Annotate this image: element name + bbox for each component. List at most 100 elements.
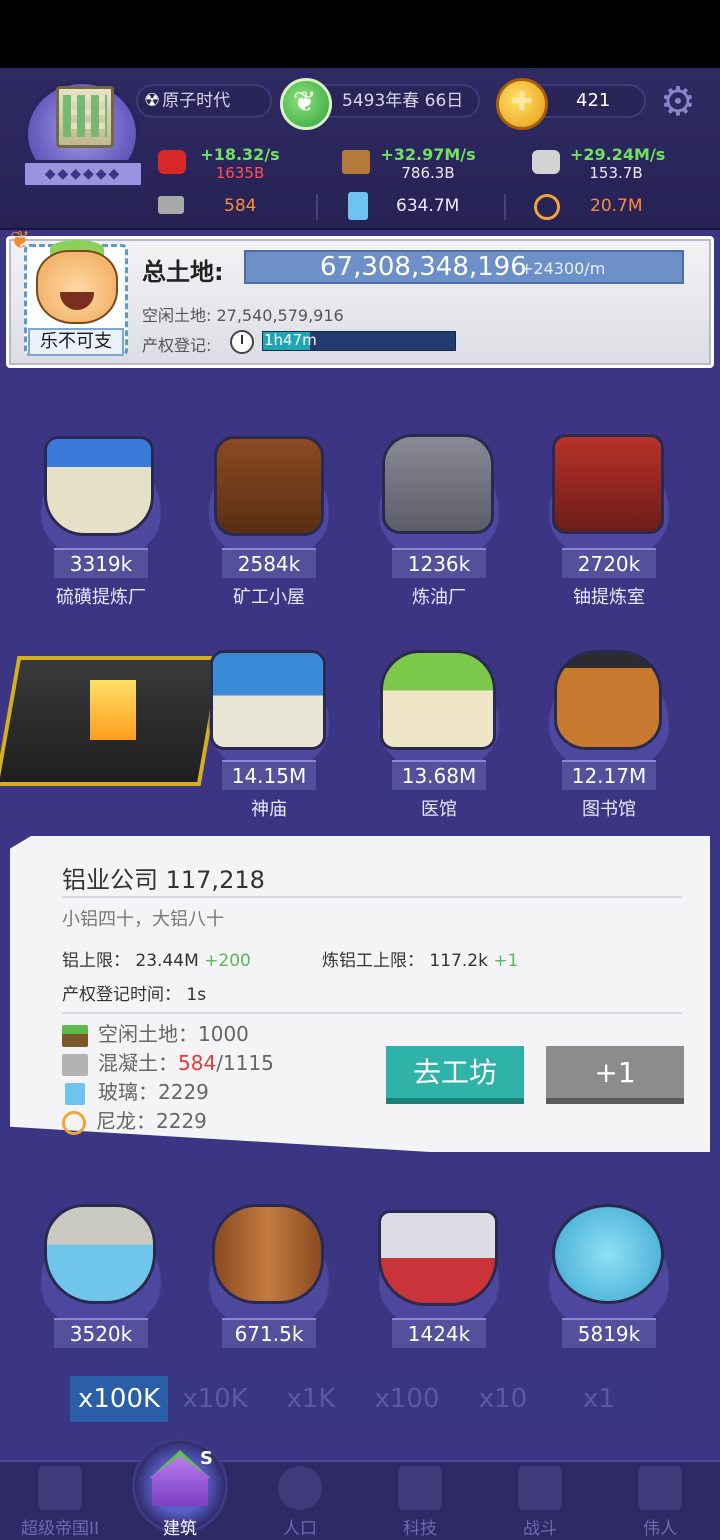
maple-leaf-icon: ❦ (10, 226, 31, 254)
building-count: 1424k (392, 1318, 486, 1348)
building-name: 铀提炼室 (573, 587, 645, 608)
crossed-swords-icon (518, 1466, 562, 1510)
wood-icon (342, 150, 370, 174)
nylon-icon (534, 194, 560, 220)
building-name: 矿工小屋 (233, 587, 305, 608)
cap-value: 23.44M (135, 951, 199, 971)
worker-value: 117.2k (429, 951, 488, 971)
leaf-icon[interactable] (280, 78, 332, 130)
multiplier-x1[interactable]: x1 (550, 1376, 648, 1422)
building-count: 1236k (392, 548, 486, 578)
era-pill[interactable]: ☢ 原子时代 (136, 84, 272, 118)
furnace-glow-icon (90, 680, 136, 740)
info-subtitle: 小铝四十，大铝八十 (62, 909, 224, 930)
go-workshop-button[interactable]: 去工坊 (386, 1046, 524, 1104)
build-plus-one-button[interactable]: +1 (546, 1046, 684, 1104)
city-ribbon: ◆◆◆◆◆◆ (22, 160, 144, 188)
gold-coin-icon[interactable] (496, 78, 548, 130)
total-land-value: 67,308,348,196 (320, 252, 527, 282)
nylon-icon (62, 1110, 86, 1135)
multiplier-x100[interactable]: x100 (358, 1376, 456, 1422)
clock-icon (230, 330, 254, 354)
building-name: 神庙 (251, 799, 287, 820)
multiplier-x100k[interactable]: x100K (70, 1376, 168, 1422)
total-land-label: 总土地: (142, 258, 224, 286)
building-count: 13.68M (392, 760, 486, 790)
nav-buildings[interactable]: 建筑 (120, 1460, 240, 1540)
concrete-icon (62, 1053, 88, 1076)
glass-value: 634.7M (396, 196, 460, 216)
glass-icon (348, 192, 368, 220)
uranium-room-icon (552, 434, 664, 534)
reg-value: 1s (186, 985, 207, 1005)
divider (316, 194, 318, 220)
building-miner-hut[interactable]: 2584k 矿工小屋 (194, 430, 344, 610)
player-face (36, 250, 118, 324)
register-time-line: 产权登记时间： 1s (62, 980, 206, 1005)
theater-icon (378, 1210, 498, 1306)
resource-stone: +29.24M/s 153.7B (570, 145, 666, 182)
stone-rate: +29.24M/s (570, 145, 666, 164)
building-temple[interactable]: 14.15M 神庙 (194, 642, 344, 822)
nav-population[interactable]: 人口 (240, 1460, 360, 1540)
divider (62, 1012, 682, 1014)
nav-tech[interactable]: 科技 (360, 1460, 480, 1540)
cost-label: 玻璃： (98, 1080, 158, 1104)
cost-have: 1000 (198, 1022, 249, 1046)
stone-total: 153.7B (589, 164, 643, 182)
resource-food: +18.32/s 1635B (200, 145, 280, 182)
nav-empire[interactable]: 超级帝国II (0, 1460, 120, 1540)
building-aquarium[interactable]: 5819k (534, 1200, 684, 1380)
cost-label: 空闲土地： (98, 1022, 198, 1046)
stone-icon (532, 150, 560, 174)
multiplier-x1k[interactable]: x1K (262, 1376, 360, 1422)
nav-great-people[interactable]: 伟人 (600, 1460, 720, 1540)
worker-bonus: +1 (493, 951, 519, 971)
food-icon (158, 150, 186, 174)
library-owl-icon (554, 650, 662, 750)
temple-icon (210, 650, 326, 750)
building-tavern[interactable]: 671.5k (194, 1200, 344, 1380)
worker-cap: 炼铝工上限： 117.2k +1 (322, 946, 518, 971)
tavern-barrel-icon (212, 1204, 324, 1304)
nav-label: 战斗 (523, 1519, 557, 1539)
divider (62, 896, 682, 898)
city-building-icon (56, 86, 114, 148)
miner-hut-icon (214, 436, 324, 536)
cost-label: 尼龙： (96, 1109, 156, 1133)
building-count: 5819k (562, 1318, 656, 1348)
building-theater[interactable]: 1424k (364, 1200, 514, 1380)
bath-icon (44, 1204, 156, 1304)
gold-amount: 421 (576, 90, 611, 111)
radiation-icon: ☢ (144, 90, 161, 111)
building-bath[interactable]: 3520k (26, 1200, 176, 1380)
multiplier-x10[interactable]: x10 (454, 1376, 552, 1422)
building-count: 2584k (222, 548, 316, 578)
cost-nylon: 尼龙：2229 (62, 1105, 207, 1135)
building-count: 14.15M (222, 760, 316, 790)
divider (504, 194, 506, 220)
settings-gear-icon[interactable]: ⚙ (660, 82, 700, 122)
worker-label: 炼铝工上限： (322, 951, 424, 971)
nav-battle[interactable]: 战斗 (480, 1460, 600, 1540)
cap-bonus: +200 (204, 951, 251, 971)
aquarium-bowl-icon (552, 1204, 664, 1304)
building-clinic[interactable]: 13.68M 医馆 (364, 642, 514, 822)
building-name: 医馆 (421, 799, 457, 820)
cost-have: 2229 (158, 1080, 209, 1104)
person-icon (278, 1466, 322, 1510)
building-uranium-room[interactable]: 2720k 铀提炼室 (534, 430, 684, 610)
building-oil-refinery[interactable]: 1236k 炼油厂 (364, 430, 514, 610)
concrete-icon (158, 196, 184, 214)
reg-label: 产权登记时间： (62, 985, 181, 1005)
wood-rate: +32.97M/s (380, 145, 476, 164)
date-label: 5493年春 66日 (342, 91, 464, 111)
multiplier-x10k[interactable]: x10K (166, 1376, 264, 1422)
building-name: 硫磺提炼厂 (56, 587, 146, 608)
food-rate: +18.32/s (200, 145, 280, 164)
building-library[interactable]: 12.17M 图书馆 (534, 642, 684, 822)
building-count: 12.17M (562, 760, 656, 790)
building-sulfur-refinery[interactable]: 3319k 硫磺提炼厂 (26, 430, 176, 610)
book-icon (398, 1466, 442, 1510)
land-block-icon (62, 1024, 88, 1047)
